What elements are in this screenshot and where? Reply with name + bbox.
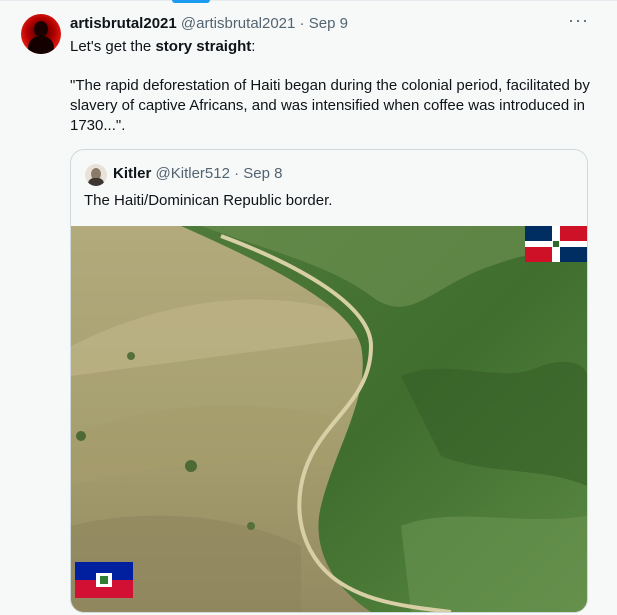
quoted-date[interactable]: Sep 8 xyxy=(243,165,282,182)
dominican-republic-flag-icon xyxy=(525,226,587,262)
quoted-tweet-card[interactable]: Kitler @Kitler512 · Sep 8 The Haiti/Domi… xyxy=(70,149,588,613)
top-accent-tab[interactable] xyxy=(172,0,210,3)
author-avatar[interactable] xyxy=(21,14,61,54)
quoted-tweet-text: The Haiti/Dominican Republic border. xyxy=(84,192,333,209)
author-handle[interactable]: @artisbrutal2021 xyxy=(181,15,295,32)
tweet-quote-paragraph: "The rapid deforestation of Haiti began … xyxy=(70,77,590,134)
haiti-flag-icon xyxy=(75,562,133,598)
top-divider xyxy=(0,0,617,1)
header-separator: · xyxy=(299,15,305,32)
author-display-name[interactable]: artisbrutal2021 xyxy=(70,15,177,32)
quoted-tweet-header: Kitler @Kitler512 · Sep 8 xyxy=(113,165,283,183)
tweet-date[interactable]: Sep 9 xyxy=(309,15,348,32)
tweet-header: artisbrutal2021 @artisbrutal2021 · Sep 9 xyxy=(70,15,348,33)
more-horizontal-icon[interactable]: ··· xyxy=(568,10,589,31)
quoted-separator: · xyxy=(234,165,240,182)
bold-phrase: story straight xyxy=(155,38,252,55)
border-aerial-photo[interactable] xyxy=(71,226,587,612)
quoted-author-avatar[interactable] xyxy=(85,164,107,186)
quoted-handle[interactable]: @Kitler512 xyxy=(156,165,230,182)
tweet-text: Let's get the story straight: "The rapid… xyxy=(70,37,590,136)
quoted-display-name[interactable]: Kitler xyxy=(113,165,151,182)
tweet-intro-line: Let's get the story straight: xyxy=(70,38,256,55)
